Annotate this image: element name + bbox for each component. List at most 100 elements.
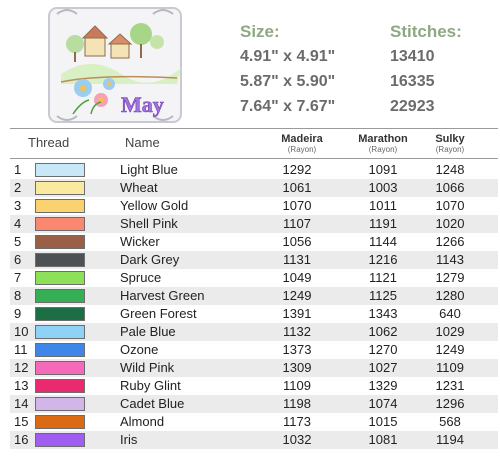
thread-name: Wild Pink <box>120 360 175 375</box>
thread-name: Wicker <box>120 234 160 249</box>
marathon-code: 1144 <box>369 234 397 249</box>
sulky-code: 1249 <box>435 342 465 357</box>
table-row: 5 Wicker 1056 1144 1266 <box>10 233 498 251</box>
marathon-label: Marathon <box>358 133 408 145</box>
table-row: 7 Spruce 1049 1121 1279 <box>10 269 498 287</box>
marathon-code: 1011 <box>369 198 397 213</box>
thread-color-swatch <box>35 271 85 285</box>
thread-name: Ozone <box>120 342 159 357</box>
sulky-code: 1020 <box>435 216 465 231</box>
stitch-count: 16335 <box>390 73 435 90</box>
stitch-count: 22923 <box>390 98 435 115</box>
thread-color-swatch <box>35 379 85 393</box>
sulky-label: Sulky <box>435 133 465 145</box>
may-label: May <box>121 92 164 117</box>
size-value: 4.91" x 4.91" <box>240 48 336 65</box>
thread-name: Ruby Glint <box>120 378 181 393</box>
madeira-code: 1131 <box>283 252 311 267</box>
thread-name: Light Blue <box>120 162 178 177</box>
thread-name: Iris <box>120 432 138 447</box>
sulky-code: 1280 <box>435 288 465 303</box>
thread-color-swatch <box>35 325 85 339</box>
marathon-code: 1074 <box>368 396 398 411</box>
row-number: 12 <box>14 360 29 375</box>
table-row: 1 Light Blue 1292 1091 1248 <box>10 161 498 179</box>
stitch-list: Stitches: 13410 16335 22923 <box>390 20 500 119</box>
sulky-code: 1194 <box>436 432 464 447</box>
marathon-code: 1216 <box>368 252 398 267</box>
table-row: 8 Harvest Green 1249 1125 1280 <box>10 287 498 305</box>
table-row: 15 Almond 1173 1015 568 <box>10 413 498 431</box>
madeira-code: 1061 <box>282 180 312 195</box>
table-row: 4 Shell Pink 1107 1191 1020 <box>10 215 498 233</box>
name-column-header: Name <box>125 135 160 150</box>
thread-color-swatch <box>35 361 85 375</box>
marathon-code: 1003 <box>368 180 398 195</box>
row-number: 2 <box>14 180 22 195</box>
thread-color-swatch <box>35 163 85 177</box>
table-row: 13 Ruby Glint 1109 1329 1231 <box>10 377 498 395</box>
madeira-code: 1373 <box>282 342 312 357</box>
madeira-code: 1198 <box>283 396 311 411</box>
thread-name: Pale Blue <box>120 324 176 339</box>
sulky-code: 1143 <box>436 252 464 267</box>
table-row: 11 Ozone 1373 1270 1249 <box>10 341 498 359</box>
table-row: 16 Iris 1032 1081 1194 <box>10 431 498 449</box>
sulky-code: 640 <box>439 306 461 321</box>
row-number: 10 <box>14 324 29 339</box>
table-row: 12 Wild Pink 1309 1027 1109 <box>10 359 498 377</box>
row-number: 4 <box>14 216 22 231</box>
madeira-column-header: Madeira (Rayon) <box>272 133 332 155</box>
thread-name: Green Forest <box>120 306 197 321</box>
sulky-rayon-label: (Rayon) <box>435 145 465 154</box>
row-number: 13 <box>14 378 29 393</box>
size-value: 5.87" x 5.90" <box>240 73 336 90</box>
sulky-code: 1109 <box>436 360 464 375</box>
madeira-code: 1049 <box>282 270 312 285</box>
stitches-header: Stitches: <box>390 22 462 41</box>
table-row: 9 Green Forest 1391 1343 640 <box>10 305 498 323</box>
sulky-code: 1066 <box>435 180 465 195</box>
madeira-label: Madeira <box>281 133 323 145</box>
row-number: 9 <box>14 306 22 321</box>
size-list: Size: 4.91" x 4.91" 5.87" x 5.90" 7.64" … <box>240 20 370 119</box>
madeira-code: 1070 <box>282 198 312 213</box>
thread-color-swatch <box>35 235 85 249</box>
marathon-code: 1125 <box>369 288 397 303</box>
thread-name: Dark Grey <box>120 252 180 267</box>
thread-color-swatch <box>35 397 85 411</box>
madeira-code: 1107 <box>283 216 311 231</box>
thread-name: Harvest Green <box>120 288 205 303</box>
row-number: 1 <box>14 162 22 177</box>
marathon-column-header: Marathon (Rayon) <box>350 133 416 155</box>
marathon-code: 1343 <box>368 306 398 321</box>
row-number: 14 <box>14 396 29 411</box>
thread-color-swatch <box>35 217 85 231</box>
marathon-code: 1270 <box>368 342 398 357</box>
table-row: 6 Dark Grey 1131 1216 1143 <box>10 251 498 269</box>
madeira-rayon-label: (Rayon) <box>287 145 317 154</box>
marathon-code: 1015 <box>368 414 398 429</box>
row-number: 5 <box>14 234 22 249</box>
marathon-rayon-label: (Rayon) <box>368 145 398 154</box>
row-number: 6 <box>14 252 22 267</box>
row-number: 7 <box>14 270 22 285</box>
table-top-divider <box>10 128 498 129</box>
thread-name: Cadet Blue <box>120 396 185 411</box>
marathon-code: 1091 <box>368 162 398 177</box>
madeira-code: 1132 <box>283 324 311 339</box>
sulky-code: 1248 <box>435 162 465 177</box>
sulky-code: 1029 <box>435 324 465 339</box>
marathon-code: 1081 <box>368 432 398 447</box>
thread-name: Shell Pink <box>120 216 178 231</box>
row-number: 8 <box>14 288 22 303</box>
thread-column-header: Thread <box>28 135 70 150</box>
sulky-code: 1231 <box>435 378 465 393</box>
table-row: 2 Wheat 1061 1003 1066 <box>10 179 498 197</box>
thread-color-swatch <box>35 253 85 267</box>
thread-color-swatch <box>35 199 85 213</box>
thread-name: Almond <box>120 414 165 429</box>
thread-name: Wheat <box>120 180 158 195</box>
madeira-code: 1292 <box>282 162 312 177</box>
row-number: 11 <box>14 342 28 357</box>
